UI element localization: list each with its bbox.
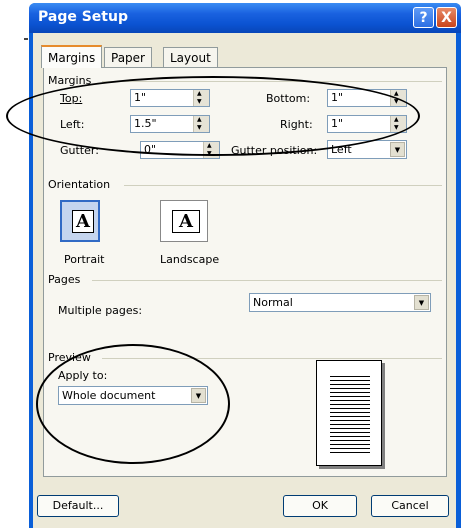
portrait-page-icon: A — [72, 210, 94, 233]
tab-margins[interactable]: Margins — [41, 45, 103, 68]
annotation-ellipse-margins — [6, 76, 420, 156]
group-divider — [92, 280, 442, 281]
group-divider — [124, 185, 442, 186]
preview-text-block — [330, 373, 370, 453]
chevron-down-icon[interactable]: ▼ — [414, 295, 429, 310]
background-edge-mark — [24, 38, 28, 40]
window-title: Page Setup — [38, 9, 128, 25]
annotation-ellipse-apply-to — [36, 344, 230, 464]
cancel-button[interactable]: Cancel — [371, 495, 449, 517]
multiple-pages-value: Normal — [253, 296, 293, 309]
orientation-group-label: Orientation — [48, 178, 111, 191]
tab-paper[interactable]: Paper — [104, 47, 152, 67]
landscape-option[interactable]: A — [160, 200, 208, 242]
page-preview — [316, 360, 382, 466]
landscape-label: Landscape — [160, 253, 220, 266]
multiple-pages-label: Multiple pages: — [58, 304, 143, 317]
help-button[interactable]: ? — [413, 7, 434, 28]
multiple-pages-dropdown[interactable]: Normal ▼ — [249, 293, 431, 312]
portrait-label: Portrait — [64, 253, 105, 266]
ok-button[interactable]: OK — [283, 495, 357, 517]
landscape-page-icon: A — [172, 210, 200, 233]
close-button[interactable]: X — [436, 7, 457, 28]
chevron-down-icon[interactable]: ▼ — [390, 142, 405, 157]
pages-group-label: Pages — [48, 273, 81, 286]
tab-layout[interactable]: Layout — [163, 47, 218, 67]
portrait-option[interactable]: A — [60, 200, 100, 242]
default-button[interactable]: Default... — [37, 495, 119, 517]
title-bar[interactable]: Page Setup ? X — [29, 3, 461, 33]
